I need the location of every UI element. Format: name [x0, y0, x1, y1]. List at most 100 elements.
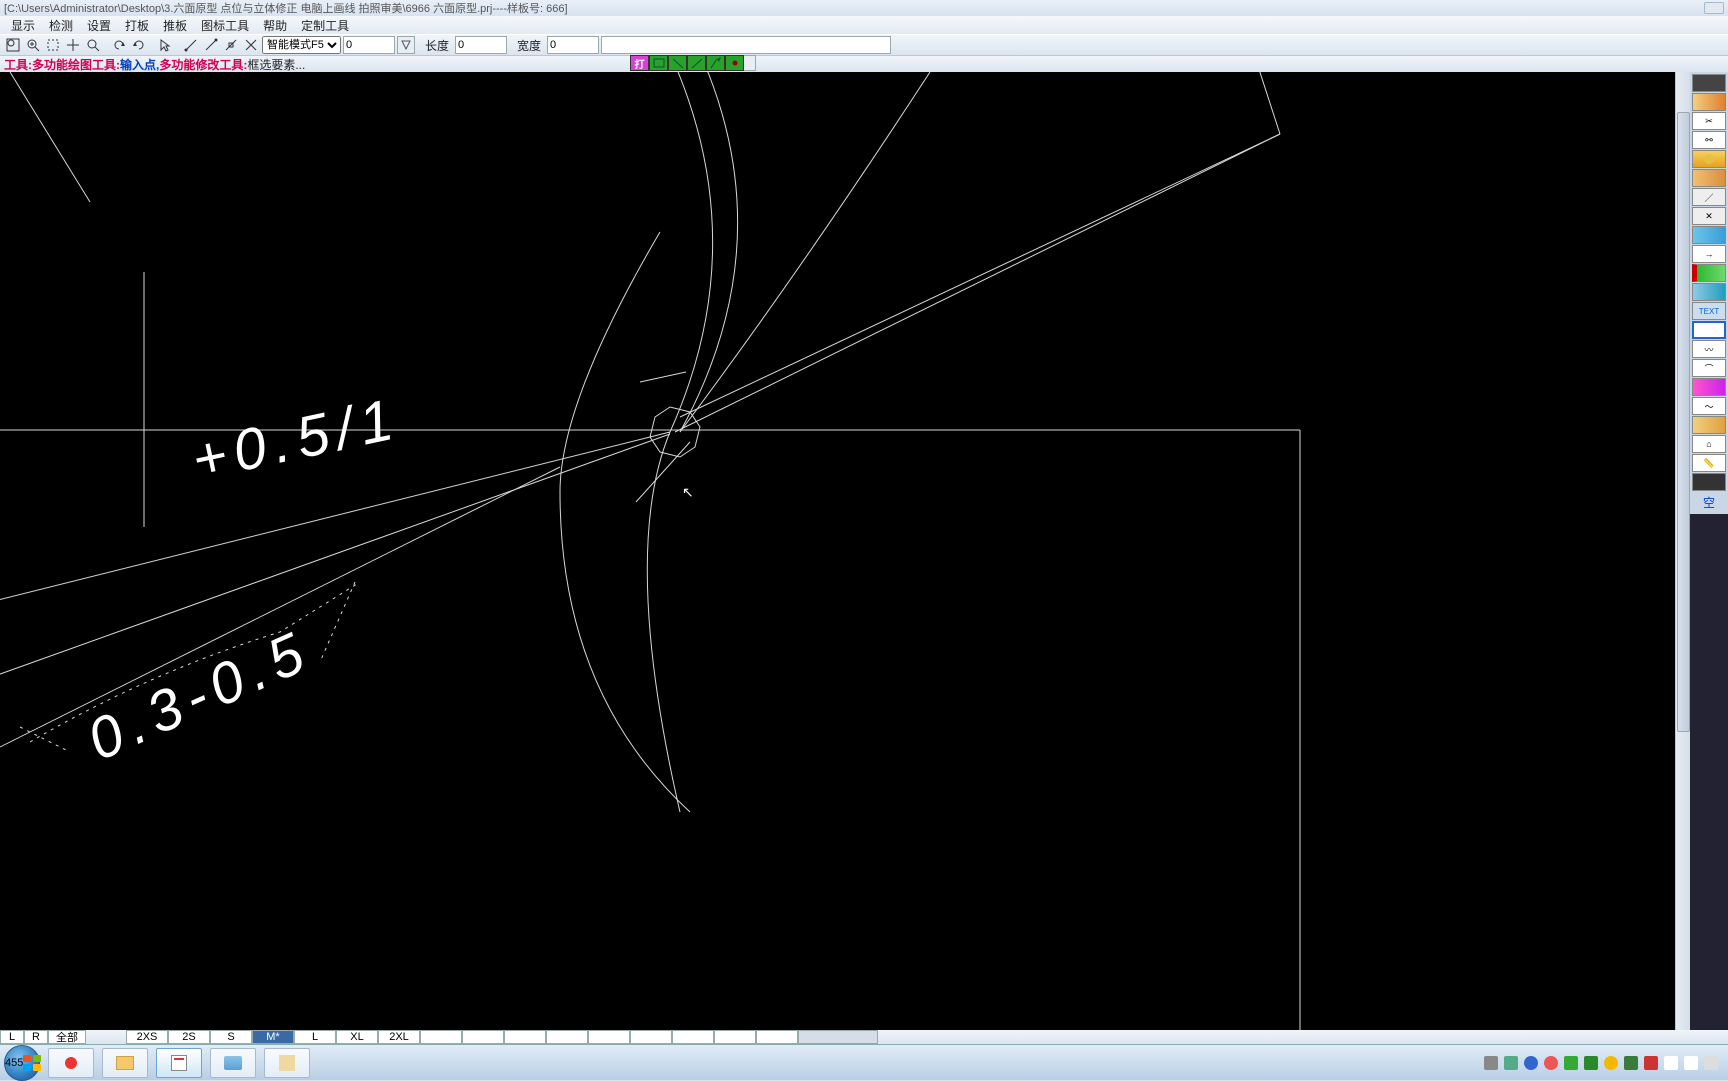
rtool-rect-icon[interactable] [1692, 321, 1726, 339]
rtool-5[interactable] [1692, 169, 1726, 187]
tool-snap2-icon[interactable] [202, 36, 220, 54]
size-empty4[interactable] [546, 1030, 588, 1044]
tool-pan-icon[interactable] [64, 36, 82, 54]
tray-icon-5[interactable] [1564, 1056, 1578, 1070]
mode-btn-out[interactable] [706, 55, 725, 71]
tool-zoom-extents-icon[interactable] [4, 36, 22, 54]
rtool-10[interactable] [1692, 264, 1726, 282]
num1-input[interactable] [343, 36, 395, 54]
menu-pattern[interactable]: 打板 [118, 17, 156, 34]
size-m[interactable]: M* [252, 1030, 294, 1044]
size-2s[interactable]: 2S [168, 1030, 210, 1044]
menu-help[interactable]: 帮助 [256, 17, 294, 34]
size-empty1[interactable] [420, 1030, 462, 1044]
rtool-curve-icon[interactable]: ⌒ [1692, 359, 1726, 377]
tray-shield-icon[interactable] [1584, 1056, 1598, 1070]
rtool-text-icon[interactable]: TEXT [1692, 302, 1726, 320]
mode-btn-up[interactable] [687, 55, 706, 71]
size-empty3[interactable] [504, 1030, 546, 1044]
tray-icon-9[interactable] [1644, 1056, 1658, 1070]
tray-icon-4[interactable] [1544, 1056, 1558, 1070]
param-button[interactable] [397, 36, 415, 54]
rtool-arrow-icon[interactable]: → [1692, 245, 1726, 263]
width-input[interactable] [547, 36, 599, 54]
tray-flag-icon[interactable] [1664, 1056, 1678, 1070]
tool-snap3-icon[interactable] [222, 36, 240, 54]
size-l[interactable]: L [294, 1030, 336, 1044]
size-empty8[interactable] [714, 1030, 756, 1044]
main-toolbar: 智能模式F5 长度 宽度 [0, 34, 1728, 56]
lrp-r[interactable]: R [24, 1030, 48, 1044]
mode-btn-tail[interactable] [744, 55, 756, 71]
hint-tool1: 多功能绘图工具: [32, 56, 120, 73]
menu-icon-tools[interactable]: 图标工具 [194, 17, 256, 34]
size-2xs[interactable]: 2XS [126, 1030, 168, 1044]
task-current-app[interactable] [156, 1048, 202, 1078]
size-empty2[interactable] [462, 1030, 504, 1044]
rtool-wave-icon[interactable]: 〜 [1692, 397, 1726, 415]
tool-zoom-prev-icon[interactable] [84, 36, 102, 54]
menu-inspect[interactable]: 检测 [42, 17, 80, 34]
tool-zoom-window-icon[interactable] [44, 36, 62, 54]
task-explorer[interactable] [102, 1048, 148, 1078]
vertical-scrollbar[interactable] [1675, 72, 1690, 1030]
rtool-dark[interactable] [1692, 473, 1726, 491]
tool-undo-icon[interactable] [110, 36, 128, 54]
mode-btn-rect[interactable] [649, 55, 668, 71]
menu-custom[interactable]: 定制工具 [294, 17, 356, 34]
menu-settings[interactable]: 设置 [80, 17, 118, 34]
mode-select[interactable]: 智能模式F5 [262, 36, 341, 54]
rtool-8[interactable] [1692, 226, 1726, 244]
tray-icon-8[interactable] [1624, 1056, 1638, 1070]
length-input[interactable] [455, 36, 507, 54]
tray-volume-icon[interactable] [1684, 1056, 1698, 1070]
tool-pointer-icon[interactable] [156, 36, 174, 54]
rtool-11[interactable] [1692, 283, 1726, 301]
lrp-l[interactable]: L [0, 1030, 24, 1044]
scrollbar-thumb[interactable] [1677, 112, 1690, 732]
tray-network-icon[interactable] [1704, 1056, 1718, 1070]
mode-btn-down[interactable] [668, 55, 687, 71]
mode-btn-print[interactable]: 打 [630, 55, 649, 71]
size-empty9[interactable] [756, 1030, 798, 1044]
menu-display[interactable]: 显示 [4, 17, 42, 34]
size-empty5[interactable] [588, 1030, 630, 1044]
tray-icon-2[interactable] [1504, 1056, 1518, 1070]
tool-snap4-icon[interactable] [242, 36, 260, 54]
size-empty7[interactable] [672, 1030, 714, 1044]
rtool-ruler-icon[interactable]: 📏 [1692, 454, 1726, 472]
rtool-header[interactable] [1692, 74, 1726, 92]
size-empty6[interactable] [630, 1030, 672, 1044]
task-recorder[interactable] [48, 1048, 94, 1078]
size-scroll[interactable] [798, 1030, 878, 1044]
tool-zoom-in-icon[interactable] [24, 36, 42, 54]
minimize-button[interactable] [1704, 2, 1724, 14]
tray-icon-3[interactable] [1524, 1056, 1538, 1070]
rtool-18[interactable] [1692, 416, 1726, 434]
size-s[interactable]: S [210, 1030, 252, 1044]
rtool-pencil-icon[interactable]: ／ [1692, 188, 1726, 206]
rtool-4[interactable] [1692, 150, 1726, 168]
drawing-canvas[interactable]: +0.5/1 0.3-0.5 ↖ [0, 72, 1675, 1030]
tool-redo-icon[interactable] [130, 36, 148, 54]
mode-btn-dot[interactable] [725, 55, 744, 71]
start-button[interactable]: 455 [4, 1045, 40, 1081]
rtool-14[interactable]: 〰 [1692, 340, 1726, 358]
rtool-link-icon[interactable]: ⚯ [1692, 131, 1726, 149]
rtool-cross-icon[interactable]: ✕ [1692, 207, 1726, 225]
tray-icon-7[interactable] [1604, 1056, 1618, 1070]
canvas-svg [0, 72, 1355, 1030]
rtool-1[interactable] [1692, 93, 1726, 111]
rtool-empty-label[interactable]: 空 [1691, 492, 1727, 513]
rtool-home-icon[interactable]: ⌂ [1692, 435, 1726, 453]
menu-grade[interactable]: 推板 [156, 17, 194, 34]
rtool-16[interactable] [1692, 378, 1726, 396]
lrp-all[interactable]: 全部 [48, 1030, 86, 1044]
task-photos[interactable] [210, 1048, 256, 1078]
size-2xl[interactable]: 2XL [378, 1030, 420, 1044]
tray-icon-1[interactable] [1484, 1056, 1498, 1070]
tool-snap1-icon[interactable] [182, 36, 200, 54]
rtool-scissors-icon[interactable]: ✂ [1692, 112, 1726, 130]
size-xl[interactable]: XL [336, 1030, 378, 1044]
task-other[interactable] [264, 1048, 310, 1078]
